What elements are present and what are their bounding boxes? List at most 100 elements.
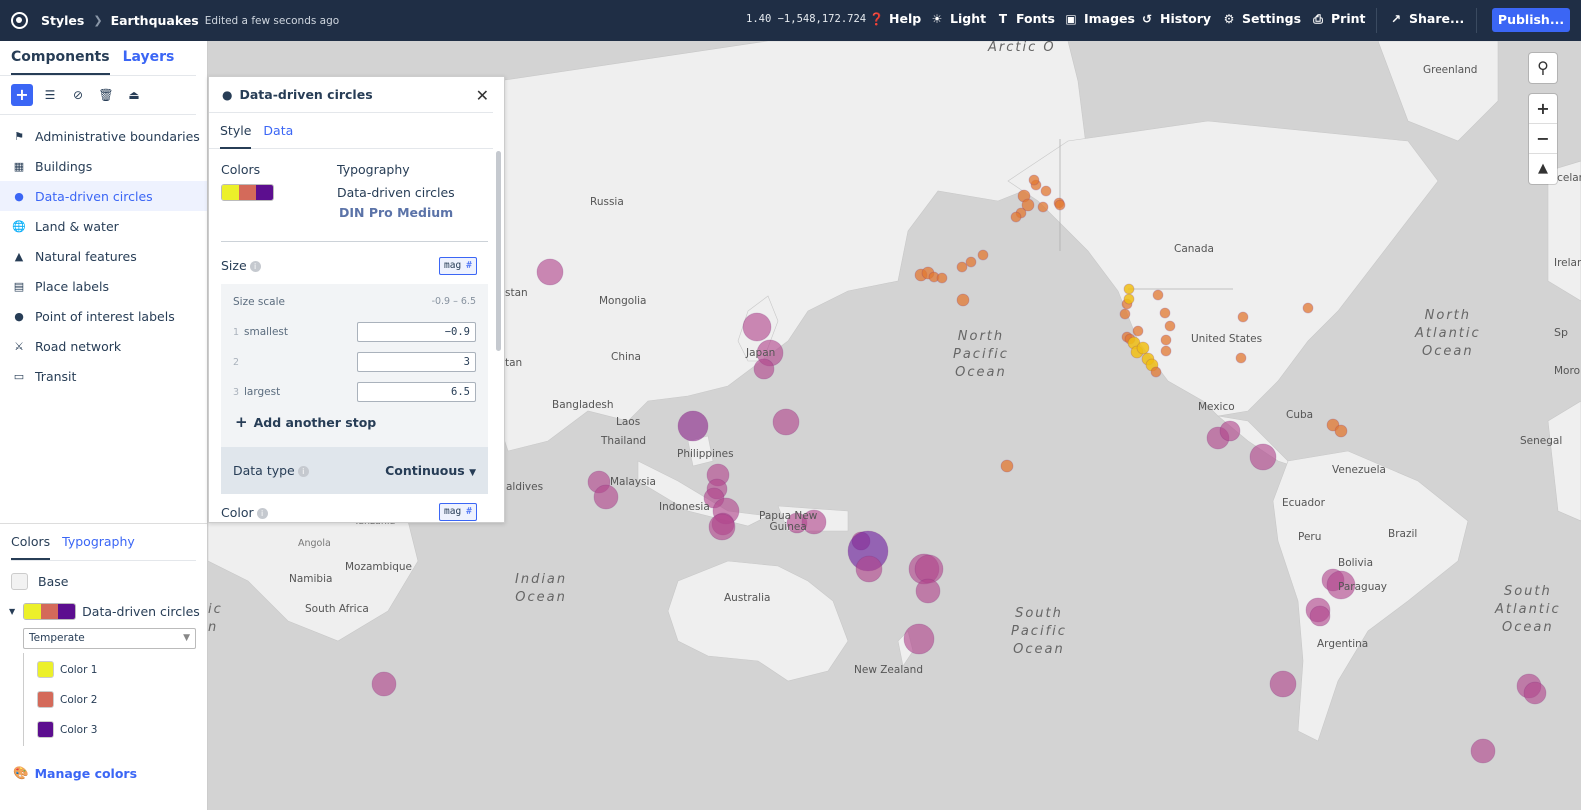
- color-label: Color i: [221, 505, 268, 520]
- label-sp: Sp: [1554, 326, 1568, 339]
- tab-colors[interactable]: Colors: [11, 534, 51, 560]
- component-label: Road network: [35, 338, 122, 354]
- component-road-network[interactable]: ⚔ Road network: [0, 331, 207, 361]
- component-transit[interactable]: ▭ Transit: [0, 361, 207, 391]
- map-search-control: ⚲: [1529, 53, 1557, 83]
- zoom-out-button[interactable]: −: [1529, 124, 1557, 154]
- stop-number: 2: [233, 356, 240, 368]
- component-buildings[interactable]: ▦ Buildings: [0, 151, 207, 181]
- publish-button[interactable]: Publish...: [1492, 8, 1570, 32]
- help-button[interactable]: ❓ Help: [869, 11, 921, 26]
- label-philippines: Philippines: [677, 448, 734, 460]
- tab-data[interactable]: Data: [263, 123, 293, 148]
- mountain-icon: ▲: [14, 249, 24, 263]
- light-label: Light: [950, 11, 987, 26]
- component-label: Transit: [35, 368, 77, 384]
- stop-1-input[interactable]: −0.9: [357, 322, 476, 342]
- component-poi-labels[interactable]: ● Point of interest labels: [0, 301, 207, 331]
- data-type-select[interactable]: Continuous ▼: [385, 463, 476, 478]
- settings-button[interactable]: ⚙ Settings: [1222, 11, 1301, 26]
- search-icon[interactable]: ⚲: [1529, 53, 1557, 83]
- add-component-button[interactable]: +: [11, 84, 33, 106]
- size-field-tag[interactable]: mag #: [439, 257, 477, 275]
- panel-scrollbar[interactable]: [496, 151, 501, 351]
- color-1-row[interactable]: Color 1: [37, 661, 97, 678]
- color-2-swatch[interactable]: [37, 691, 54, 708]
- sidebar: Components Layers + ☰ ⊘ 🗑 ⏏ ⚑ Administrat…: [0, 41, 208, 810]
- stop-3-input[interactable]: 6.5: [357, 382, 476, 402]
- size-scale-label: Size scale: [233, 296, 285, 308]
- sidebar-tabs: Components Layers: [0, 41, 196, 76]
- ddc-color-ramp: [23, 603, 77, 620]
- print-button[interactable]: ⎙ Print: [1311, 11, 1365, 26]
- info-icon[interactable]: i: [297, 466, 309, 477]
- compass-button[interactable]: ▲: [1529, 154, 1557, 184]
- label-bangladesh: Bangladesh: [552, 399, 614, 411]
- component-list: ⚑ Administrative boundaries ▦ Buildings ● D…: [0, 115, 207, 391]
- panel-divider: [221, 241, 488, 242]
- layers-stack-icon[interactable]: ☰: [39, 84, 61, 106]
- hide-icon[interactable]: ⊘: [67, 84, 89, 106]
- base-color-row[interactable]: Base: [11, 573, 68, 590]
- label-indian-ocean: Indian Ocean: [515, 572, 568, 605]
- label-n: n: [208, 620, 219, 635]
- palette-select[interactable]: Temperate ▼: [23, 628, 196, 649]
- chevron-down-icon: ▼: [183, 633, 190, 643]
- color-2-label: Color 2: [60, 693, 98, 706]
- tab-typography[interactable]: Typography: [62, 534, 135, 560]
- component-natural-features[interactable]: ▲ Natural features: [0, 241, 207, 271]
- fonts-button[interactable]: T Fonts: [996, 11, 1055, 26]
- tab-layers[interactable]: Layers: [123, 49, 175, 75]
- label-japan: Japan: [746, 347, 776, 359]
- images-button[interactable]: ▣ Images: [1064, 11, 1135, 26]
- label-peru: Peru: [1298, 531, 1322, 543]
- font-link[interactable]: DIN Pro Medium: [339, 205, 453, 220]
- label-malaysia: Malaysia: [610, 476, 656, 488]
- color-ramp-swatch[interactable]: [221, 184, 274, 201]
- label-senegal: Senegal: [1520, 435, 1563, 447]
- label-stan: stan: [505, 287, 528, 299]
- color-field-tag[interactable]: mag #: [439, 503, 477, 521]
- history-button[interactable]: ↺ History: [1140, 11, 1211, 26]
- base-label: Base: [38, 574, 69, 589]
- color-3-swatch[interactable]: [37, 721, 54, 738]
- tab-components[interactable]: Components: [11, 49, 110, 75]
- label-papua-new-guinea: Papua New Guinea: [759, 510, 818, 533]
- trash-icon[interactable]: 🗑: [95, 84, 117, 106]
- component-label: Land & water: [35, 218, 119, 234]
- component-land-water[interactable]: 🌐 Land & water: [0, 211, 207, 241]
- component-place-labels[interactable]: ▤ Place labels: [0, 271, 207, 301]
- toolbar-divider: [1476, 8, 1477, 33]
- panel-tabs: Style Data: [209, 113, 493, 149]
- tab-style[interactable]: Style: [220, 123, 252, 149]
- close-icon[interactable]: ✕: [476, 86, 489, 105]
- share-icon: ↗: [1390, 11, 1402, 26]
- flag-icon: ⚑: [14, 129, 24, 143]
- ddc-label: Data-driven circles: [82, 604, 200, 619]
- share-button[interactable]: ↗ Share...: [1389, 11, 1464, 26]
- label-argentina: Argentina: [1317, 638, 1369, 650]
- add-stop-button[interactable]: + Add another stop: [235, 413, 376, 431]
- style-name[interactable]: Earthquakes: [111, 13, 199, 28]
- eject-icon[interactable]: ⏏: [123, 84, 145, 106]
- info-icon[interactable]: i: [249, 261, 261, 272]
- palette-value: Temperate: [29, 632, 85, 644]
- toolbar-divider: [1376, 8, 1377, 33]
- stop-2-input[interactable]: 3: [357, 352, 476, 372]
- zoom-in-button[interactable]: +: [1529, 94, 1557, 124]
- color-2-row[interactable]: Color 2: [37, 691, 97, 708]
- breadcrumb-styles[interactable]: Styles: [41, 13, 84, 28]
- component-data-driven-circles[interactable]: ● Data-driven circles: [0, 181, 207, 211]
- color-3-row[interactable]: Color 3: [37, 721, 97, 738]
- mapbox-logo-icon[interactable]: [11, 12, 28, 29]
- component-administrative-boundaries[interactable]: ⚑ Administrative boundaries: [0, 121, 207, 151]
- light-button[interactable]: ☀ Light: [930, 11, 986, 26]
- color-1-swatch[interactable]: [37, 661, 54, 678]
- building-icon: ▦: [13, 159, 25, 173]
- ddc-color-row[interactable]: ▼ Data-driven circles: [9, 603, 200, 620]
- color-label-text: Color: [221, 505, 254, 520]
- manage-colors-link[interactable]: 🎨 Manage colors: [13, 765, 137, 781]
- label-bolivia: Bolivia: [1338, 557, 1374, 569]
- label-canada: Canada: [1174, 243, 1214, 255]
- info-icon[interactable]: i: [256, 508, 268, 519]
